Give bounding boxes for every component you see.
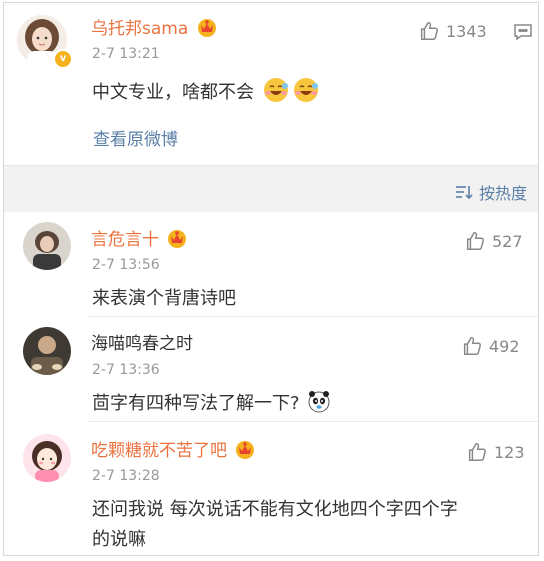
comment-text: 来表演个背唐诗吧: [92, 288, 236, 309]
comment-like-count: 492: [489, 336, 520, 356]
sort-bar: 按热度: [4, 166, 538, 212]
post-text: 中文专业，啥都不会: [92, 76, 320, 104]
comment-username-text[interactable]: 海喵鸣春之时: [91, 334, 193, 354]
weibo-comment-card: v 乌托邦sama 2-7 13:21 1343 中文专业，啥都不会 查看原微博…: [3, 2, 539, 556]
comment-username-text[interactable]: 言危言十: [91, 230, 159, 250]
thumbs-up-icon: [466, 232, 484, 250]
thumbs-up-icon: [463, 337, 481, 355]
original-post: v 乌托邦sama 2-7 13:21 1343 中文专业，啥都不会 查看原微博: [4, 3, 538, 166]
comment-time: 2-7 13:36: [92, 362, 160, 378]
comment-time: 2-7 13:56: [92, 257, 160, 273]
comment-text-line-2: 的说嘛: [92, 529, 146, 550]
post-time: 2-7 13:21: [92, 46, 160, 62]
comment-like-count: 123: [494, 442, 525, 462]
post-like-button[interactable]: 1343: [418, 20, 487, 42]
comment-text-line-1: 还问我说 每次说话不能有文化地四个字四个字: [92, 499, 458, 520]
post-text-content: 中文专业，啥都不会: [92, 82, 254, 103]
thumbs-up-icon: [420, 22, 438, 40]
comment-like-count: 527: [492, 231, 523, 251]
comment-username[interactable]: 言危言十: [91, 228, 188, 251]
comment-text-content: 茴字有四种写法了解一下?: [92, 393, 300, 414]
comment-time: 2-7 13:28: [92, 468, 160, 484]
comment-like-button[interactable]: 492: [461, 335, 520, 357]
comment-like-button[interactable]: 123: [466, 441, 525, 463]
post-username-text[interactable]: 乌托邦sama: [91, 19, 188, 39]
sort-by-hotness-button[interactable]: 按热度: [455, 180, 527, 204]
post-username[interactable]: 乌托邦sama: [91, 17, 218, 40]
comment-item: 言危言十 2-7 13:56 527 来表演个背唐诗吧: [4, 212, 538, 316]
crown-badge-icon: [236, 441, 255, 459]
panda-emoji: [308, 391, 330, 413]
comment-text: 茴字有四种写法了解一下?: [92, 389, 331, 415]
comment-avatar[interactable]: [23, 434, 71, 482]
comment-username[interactable]: 吃颗糖就不苦了吧: [91, 439, 256, 462]
thumbs-up-icon: [468, 443, 486, 461]
post-like-count: 1343: [446, 21, 487, 41]
comment-username[interactable]: 海喵鸣春之时: [91, 333, 193, 355]
comment-avatar[interactable]: [23, 327, 71, 375]
sort-label[interactable]: 按热度: [479, 180, 527, 204]
comment-avatar[interactable]: [23, 222, 71, 270]
comment-like-button[interactable]: 527: [464, 230, 523, 252]
comment-icon[interactable]: [513, 22, 533, 46]
comment-list: 言危言十 2-7 13:56 527 来表演个背唐诗吧 海喵鸣春之时 2-7 1…: [4, 212, 538, 555]
comment-item: 海喵鸣春之时 2-7 13:36 492 茴字有四种写法了解一下?: [4, 317, 538, 420]
laugh-tears-emoji: [263, 78, 288, 102]
crown-badge-icon: [168, 230, 187, 248]
sort-icon: [455, 186, 473, 200]
verified-badge-icon: v: [53, 49, 73, 69]
view-original-post-link[interactable]: 查看原微博: [93, 125, 178, 150]
comment-username-text[interactable]: 吃颗糖就不苦了吧: [91, 441, 227, 461]
laugh-tears-emoji: [293, 78, 318, 102]
crown-badge-icon: [197, 19, 216, 37]
comment-item: 吃颗糖就不苦了吧 2-7 13:28 123 还问我说 每次说话不能有文化地四个…: [4, 422, 538, 555]
